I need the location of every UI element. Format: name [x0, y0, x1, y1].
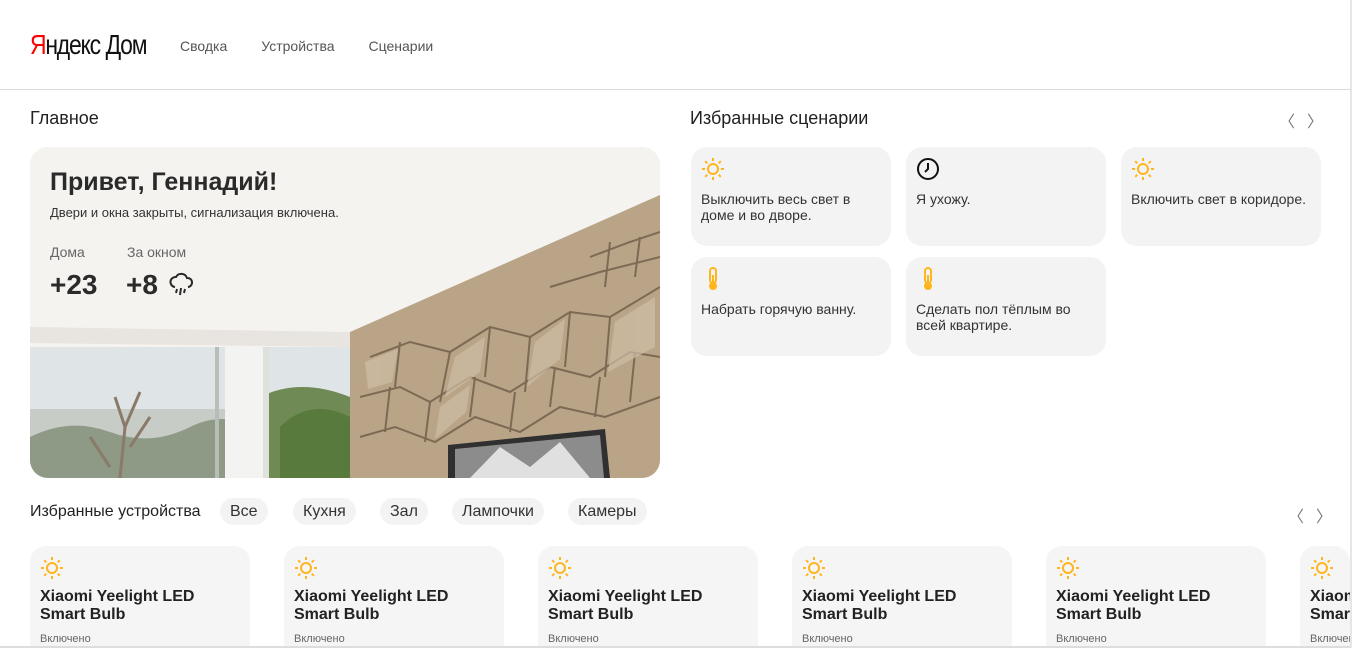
sun-icon — [803, 557, 825, 579]
device-name: Xiaomi Yeelight LED Smart Bulb — [40, 588, 195, 623]
device-card[interactable]: Xiaomi Yeelight LED Smart Bulb Включено — [30, 546, 250, 648]
device-status: Включено — [294, 633, 345, 645]
filter-all[interactable]: Все — [220, 498, 268, 525]
sun-icon — [702, 158, 724, 180]
device-card[interactable]: Xiaomi Yeelight LED Smart Bulb Включено — [1046, 546, 1266, 648]
sun-icon — [1132, 158, 1154, 180]
device-status: Включено — [802, 633, 853, 645]
scenarios-prev-button[interactable]: 〈 — [1279, 108, 1295, 132]
home-temp-label: Дома — [50, 244, 85, 260]
scenario-card[interactable]: Я ухожу. — [906, 147, 1106, 246]
device-name: Xiaomi Yeelight LED Smart Bulb — [802, 588, 957, 623]
scenario-card[interactable]: Сделать пол тёплым во всей квартире. — [906, 257, 1106, 356]
devices-next-button[interactable]: 〉 — [1316, 503, 1332, 527]
scenario-card[interactable]: Набрать горячую ванну. — [691, 257, 891, 356]
device-name: Xiaomi Yeelight LED Smart Bulb — [1310, 588, 1350, 623]
device-status: Включено — [548, 633, 599, 645]
nav-devices[interactable]: Устройства — [261, 38, 334, 54]
logo-letter: Я — [30, 29, 47, 60]
rain-cloud-icon — [169, 272, 194, 296]
filter-bulbs[interactable]: Лампочки — [452, 498, 544, 525]
scenario-label: Выключить весь свет в доме и во дворе. — [701, 191, 851, 223]
scenario-label: Сделать пол тёплым во всей квартире. — [916, 301, 1071, 333]
yandex-dom-logo[interactable]: Яндекс Дом — [30, 29, 148, 61]
home-status-text: Двери и окна закрыты, сигнализация включ… — [50, 205, 339, 220]
device-status: Включено — [1310, 633, 1350, 645]
nav-summary[interactable]: Сводка — [180, 38, 227, 54]
device-card[interactable]: Xiaomi Yeelight LED Smart Bulb Включено — [538, 546, 758, 648]
clock-icon — [917, 158, 939, 180]
outside-temp-value: +8 — [126, 269, 158, 300]
scenario-label: Я ухожу. — [916, 191, 971, 207]
main-title: Главное — [30, 108, 99, 128]
sun-icon — [1311, 557, 1333, 579]
devices-title: Избранные устройства — [30, 503, 201, 520]
device-status: Включено — [40, 633, 91, 645]
device-card[interactable]: Xiaomi Yeelight LED Smart Bulb Включено — [1300, 546, 1350, 648]
device-name: Xiaomi Yeelight LED Smart Bulb — [548, 588, 703, 623]
device-status: Включено — [1056, 633, 1107, 645]
nav-scenarios[interactable]: Сценарии — [369, 38, 434, 54]
scenario-card[interactable]: Включить свет в коридоре. — [1121, 147, 1321, 246]
logo-yandex-text: ндекс — [45, 29, 101, 60]
sun-icon — [549, 557, 571, 579]
devices-prev-button[interactable]: 〈 — [1288, 503, 1304, 527]
scenario-card[interactable]: Выключить весь свет в доме и во дворе. — [691, 147, 891, 246]
device-card[interactable]: Xiaomi Yeelight LED Smart Bulb Включено — [792, 546, 1012, 648]
device-card[interactable]: Xiaomi Yeelight LED Smart Bulb Включено — [284, 546, 504, 648]
filter-cameras[interactable]: Камеры — [568, 498, 647, 525]
thermometer-icon — [709, 267, 717, 290]
sun-icon — [1057, 557, 1079, 579]
scenarios-title: Избранные сценарии — [690, 108, 869, 128]
scenario-label: Набрать горячую ванну. — [701, 301, 857, 317]
home-summary-card[interactable]: Привет, Геннадий! Двери и окна закрыты, … — [30, 147, 660, 478]
sun-icon — [41, 557, 63, 579]
greeting: Привет, Геннадий! — [50, 168, 278, 196]
top-nav: Сводка Устройства Сценарии — [180, 38, 433, 54]
scenarios-pager: 〈 〉 — [1279, 108, 1323, 132]
filter-hall[interactable]: Зал — [380, 498, 428, 525]
outside-temp-label: За окном — [127, 244, 187, 260]
device-name: Xiaomi Yeelight LED Smart Bulb — [1056, 588, 1211, 623]
logo-dom-text: Дом — [105, 29, 148, 60]
devices-pager: 〈 〉 — [1288, 503, 1332, 527]
header: Яндекс Дом Сводка Устройства Сценарии — [0, 0, 1350, 90]
scenarios-next-button[interactable]: 〉 — [1307, 108, 1323, 132]
device-name: Xiaomi Yeelight LED Smart Bulb — [294, 588, 449, 623]
scenario-label: Включить свет в коридоре. — [1131, 191, 1307, 207]
filter-kitchen[interactable]: Кухня — [293, 498, 356, 525]
sun-icon — [295, 557, 317, 579]
home-temp-value: +23 — [50, 269, 98, 300]
thermometer-icon — [924, 267, 932, 290]
